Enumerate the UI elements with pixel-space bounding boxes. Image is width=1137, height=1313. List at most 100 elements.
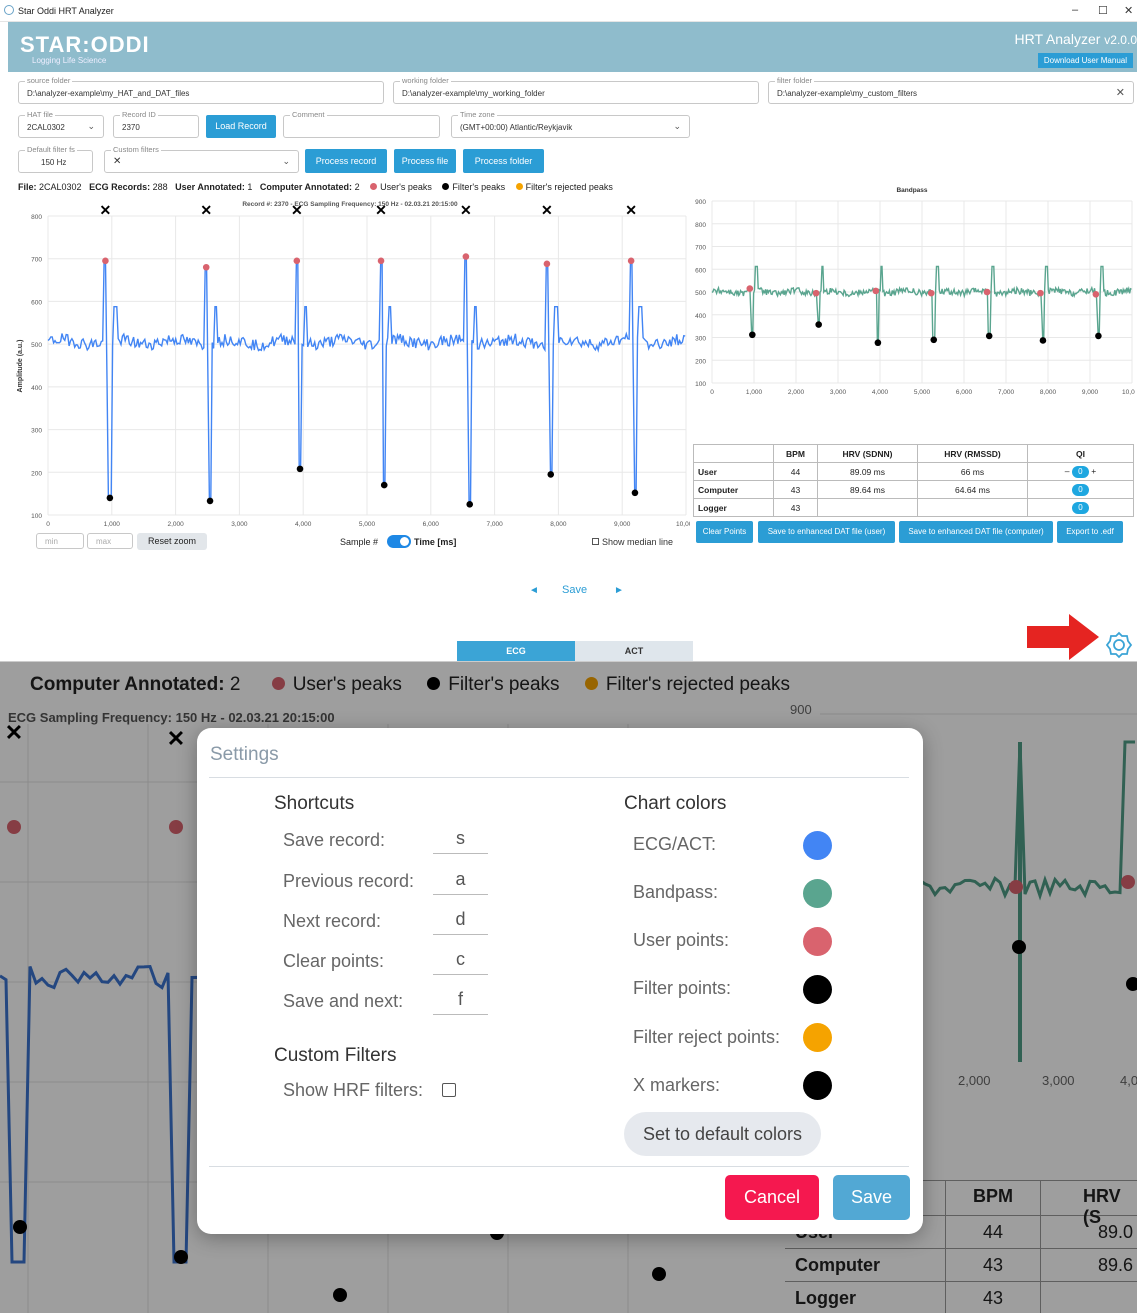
time-sample-toggle[interactable] [387,535,411,548]
record-id-input[interactable]: Record ID 2370 [113,110,199,138]
clear-filter-folder-icon[interactable]: ✕ [1116,86,1125,99]
median-line-checkbox[interactable] [592,538,599,545]
x-marker: ✕ [200,202,212,218]
save-button[interactable]: Save [833,1175,910,1220]
filter-peak-point [930,336,938,344]
x-tick-label: 1,000 [104,521,121,528]
ecg-records-label: ECG Records: [89,182,151,192]
filter-points-color-picker[interactable] [803,975,832,1004]
filter-peak-point [985,332,993,340]
user-peak-point [377,257,385,265]
save-dat-computer-button[interactable]: Save to enhanced DAT file (computer) [899,521,1053,543]
working-folder-field[interactable]: working folder D:\analyzer-example\my_wor… [393,76,759,104]
save-dat-user-button[interactable]: Save to enhanced DAT file (user) [758,521,895,543]
filter-peak-point [206,497,214,505]
tab-act[interactable]: ACT [575,641,693,661]
median-line-option[interactable]: Show median line [592,537,673,547]
divider [209,1166,909,1167]
row-name: User [693,462,774,481]
shortcut-key-input[interactable]: c [433,949,488,975]
y-tick-label: 400 [31,385,42,392]
user-points-color-picker[interactable] [803,927,832,956]
default-filter-select[interactable]: Default filter fs 150 Hz [18,145,93,173]
export-edf-button[interactable]: Export to .edf [1057,521,1123,543]
user-peak-point [462,253,470,260]
prev-record-icon[interactable]: ◄ [529,585,539,596]
next-record-icon[interactable]: ► [614,585,624,596]
median-line-label: Show median line [602,537,674,547]
row-bpm: 43 [773,498,818,517]
row-rmssd: 66 ms [917,462,1028,481]
download-manual-button[interactable]: Download User Manual [1037,53,1133,68]
shortcut-key-input[interactable]: a [433,869,488,895]
clear-custom-filters-icon[interactable]: ✕ [113,156,121,167]
filter-peak-point [380,481,388,489]
user-peak-point [627,257,635,265]
qi-plus-button[interactable]: + [1091,466,1096,476]
legend-user-peaks: User's peaks [380,182,432,192]
filter-peak-point [106,494,114,502]
save-nav-button[interactable]: Save [562,584,587,596]
hat-file-select[interactable]: HAT file 2CAL0302 ⌄ [18,110,104,138]
default-filter-label: Default filter fs [25,145,77,154]
shortcut-key-input[interactable]: d [433,909,488,935]
zoom-max-input[interactable]: max [87,533,133,549]
hat-file-value: 2CAL0302 [27,123,65,132]
x-tick-label: 0 [710,389,714,396]
shortcut-label: Save and next: [283,991,404,1011]
user-peak-point [102,257,109,265]
custom-filters-select[interactable]: Custom filters ✕ ⌄ [104,145,299,173]
x-marker: ✕ [541,202,553,218]
timezone-select[interactable]: Time zone (GMT+00:00) Atlantic/Reykjavik ⌄ [451,110,690,138]
process-file-button[interactable]: Process file [394,149,456,173]
minimize-button[interactable]: – [1072,4,1078,16]
filter-reject-color-picker[interactable] [803,1023,832,1052]
filter-folder-field[interactable]: filter folder D:\analyzer-example\my_cust… [768,76,1134,104]
app-title: HRT Analyzer v2.0.0 [1015,31,1137,47]
gear-icon[interactable] [1105,631,1133,659]
process-folder-button[interactable]: Process folder [463,149,544,173]
filter-peak-point [631,489,639,497]
color-label: X markers: [633,1075,721,1095]
row-name: Logger [693,498,774,517]
color-label: User points: [633,930,730,950]
ecg-color-picker[interactable] [803,831,832,860]
load-record-button[interactable]: Load Record [206,115,276,138]
working-folder-value: D:\analyzer-example\my_working_folder [402,89,545,98]
maximize-button[interactable]: ☐ [1098,4,1108,17]
window-titlebar: Star Oddi HRT Analyzer – ☐ ✕ [0,0,1137,22]
source-folder-field[interactable]: source folder D:\analyzer-example\my_HAT_… [18,76,384,104]
filter-peak-point [1095,332,1102,340]
row-sdnn: 89.09 ms [817,462,918,481]
row-sdnn [817,498,918,517]
bandpass-color-picker[interactable] [803,879,832,908]
tab-ecg[interactable]: ECG [457,641,575,661]
table-row: User 44 89.09 ms 66 ms – 0 + [693,462,1134,481]
qi-minus-button[interactable]: – [1065,466,1070,476]
shortcut-key-input[interactable]: f [433,989,488,1015]
x-marker: ✕ [375,202,387,218]
user-peak-point [927,289,935,297]
x-markers-color-picker[interactable] [803,1071,832,1100]
settings-title: Settings [210,744,279,765]
process-record-button[interactable]: Process record [305,149,387,173]
bandpass-chart[interactable]: Bandpass 100 200 300 400 500 600 700 800 900 0 1,00… [690,183,1135,401]
close-button[interactable]: ✕ [1124,4,1133,17]
row-sdnn: 89.64 ms [817,480,918,499]
default-colors-button[interactable]: Set to default colors [624,1112,821,1156]
x-tick-label: 10,000 [1122,389,1135,396]
user-peak-point [1037,289,1044,297]
reset-zoom-button[interactable]: Reset zoom [137,533,207,550]
y-tick-label: 900 [695,199,706,206]
show-hrf-checkbox[interactable] [442,1083,456,1097]
clear-points-button[interactable]: Clear Points [696,521,753,543]
ecg-chart[interactable]: Record #: 2370 - ECG Sampling Frequency:… [10,196,690,531]
shortcut-key-input[interactable]: s [433,828,488,854]
cancel-button[interactable]: Cancel [725,1175,819,1220]
stats-header-row: BPM HRV (SDNN) HRV (RMSSD) QI [693,444,1134,463]
y-tick-label: 700 [31,257,42,264]
zoom-min-placeholder: min [45,537,58,546]
x-tick-label: 6,000 [956,389,973,396]
comment-input[interactable]: Comment [283,110,440,138]
zoom-min-input[interactable]: min [36,533,84,549]
